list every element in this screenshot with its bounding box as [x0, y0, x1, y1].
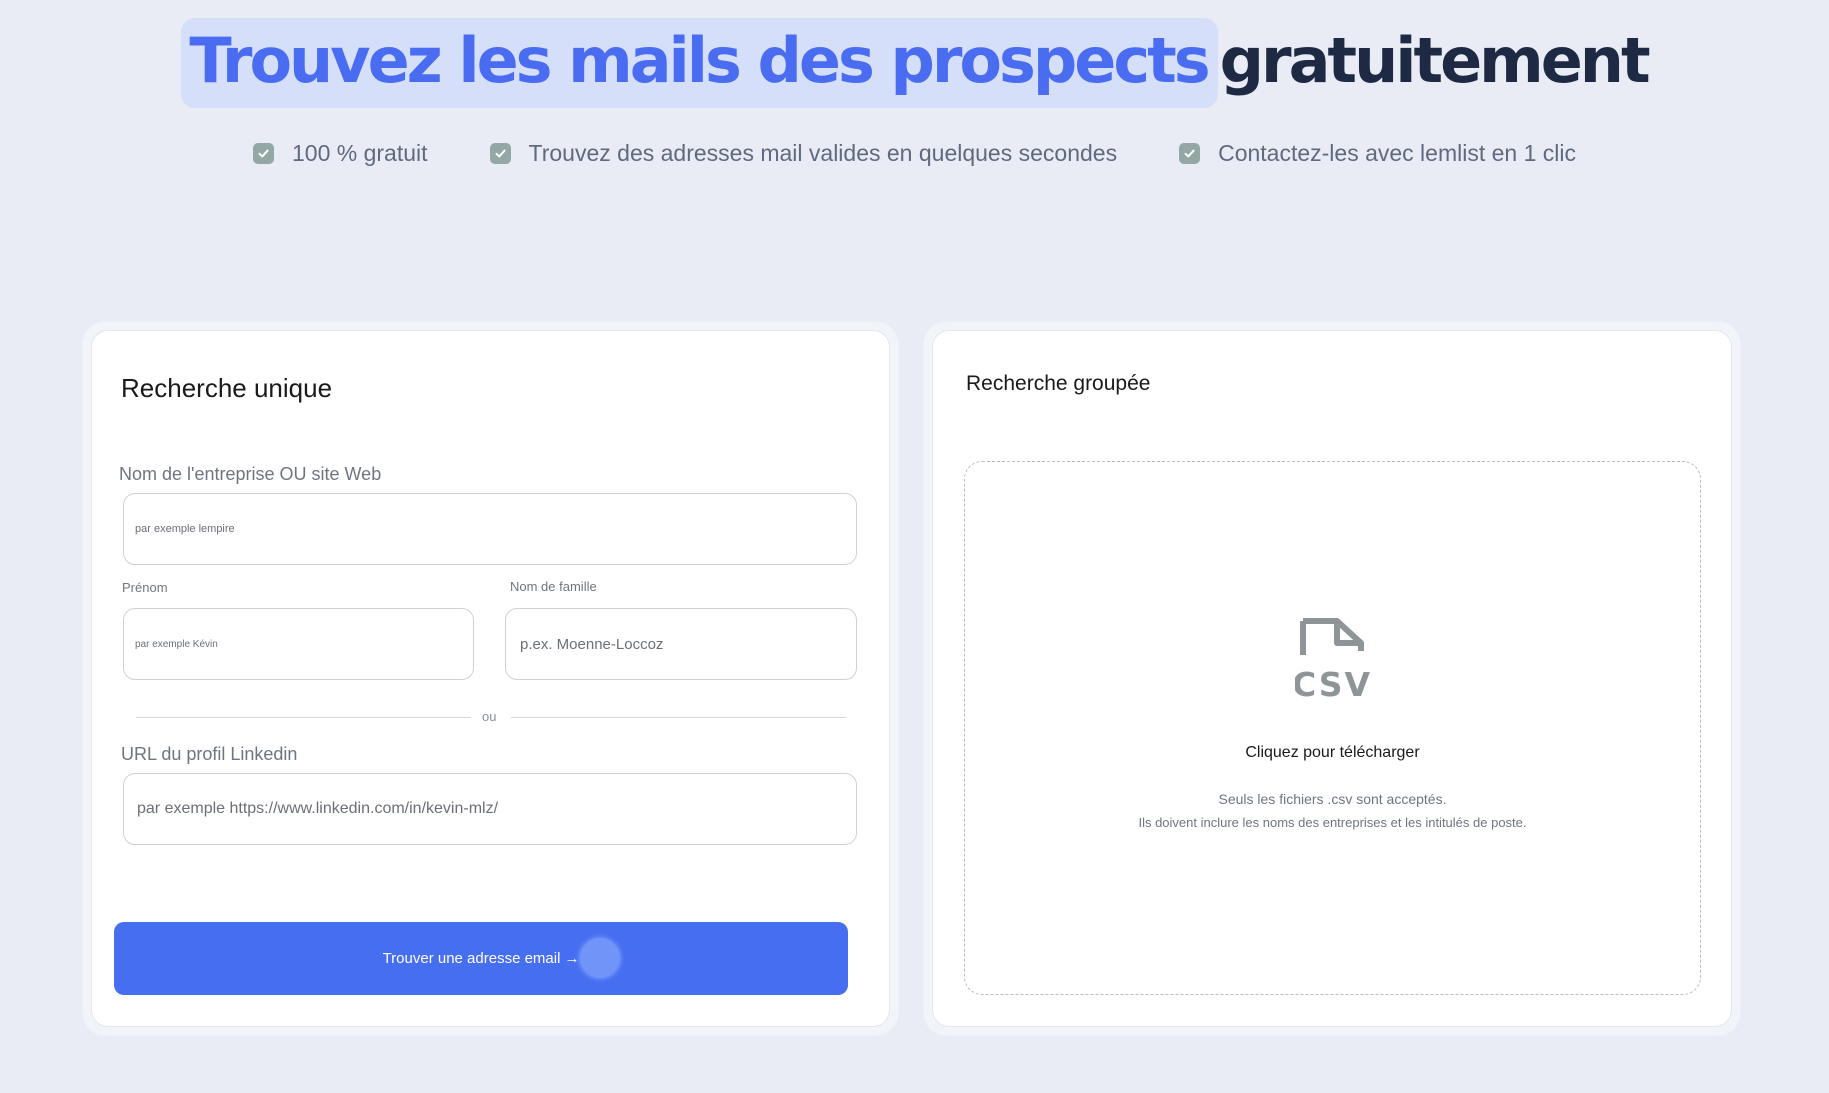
csv-icon-text: CSV — [1295, 665, 1372, 699]
feature-label: 100 % gratuit — [292, 140, 428, 166]
company-label: Nom de l'entreprise OU site Web — [119, 464, 382, 484]
bulk-search-card: Recherche groupée CSV Cliquez pour téléc… — [924, 322, 1740, 1035]
divider-or: ou — [482, 709, 497, 724]
firstname-placeholder: par exemple Kévin — [135, 638, 218, 650]
csv-upload-dropzone[interactable]: CSV Cliquez pour télécharger Seuls les f… — [964, 461, 1701, 995]
divider-line-left — [136, 717, 471, 718]
linkedin-placeholder: par exemple https://www.linkedin.com/in/… — [137, 800, 499, 817]
single-search-title: Recherche unique — [121, 373, 333, 403]
upload-label: Cliquez pour télécharger — [1245, 744, 1420, 761]
company-placeholder: par exemple lempire — [135, 523, 235, 535]
bulk-search-panel: Recherche groupée CSV Cliquez pour téléc… — [933, 331, 1731, 1026]
page-title-highlight: Trouvez les mails des prospects — [181, 18, 1218, 109]
check-icon — [489, 143, 511, 164]
divider-line-right — [511, 717, 846, 718]
upload-hint-formats: Seuls les fichiers .csv sont acceptés. — [1218, 791, 1447, 807]
linkedin-label: URL du profil Linkedin — [121, 744, 298, 764]
find-email-button[interactable]: Trouver une adresse email → — [114, 922, 848, 995]
firstname-input[interactable]: par exemple Kévin — [123, 608, 474, 680]
feature-item: Trouvez des adresses mail valides en que… — [489, 140, 1118, 167]
find-email-button-label: Trouver une adresse email — [382, 950, 561, 967]
feature-list: 100 % gratuit Trouvez des adresses mail … — [0, 140, 1829, 167]
company-input[interactable]: par exemple lempire — [123, 493, 857, 565]
firstname-label: Prénom — [122, 580, 168, 595]
feature-label: Contactez-les avec lemlist en 1 clic — [1218, 140, 1576, 166]
csv-file-icon: CSV — [1292, 617, 1373, 704]
arrow-right-icon: → — [564, 950, 580, 967]
page-title: Trouvez les mails des prospects gratuitem… — [0, 18, 1829, 109]
page-title-rest: gratuitement — [1219, 24, 1651, 97]
check-icon — [1179, 143, 1201, 164]
upload-hint-columns: Ils doivent inclure les noms des entrepr… — [1138, 815, 1527, 830]
feature-label: Trouvez des adresses mail valides en que… — [528, 140, 1118, 166]
lastname-input[interactable]: p.ex. Moenne-Loccoz — [505, 608, 857, 680]
lastname-label: Nom de famille — [510, 579, 597, 594]
feature-item: Contactez-les avec lemlist en 1 clic — [1179, 140, 1576, 167]
feature-item: 100 % gratuit — [253, 140, 428, 167]
linkedin-input[interactable]: par exemple https://www.linkedin.com/in/… — [123, 773, 857, 845]
bulk-search-title: Recherche groupée — [966, 372, 1151, 395]
lastname-placeholder: p.ex. Moenne-Loccoz — [520, 635, 664, 653]
check-icon — [253, 143, 274, 164]
cursor-click-indicator — [580, 938, 620, 978]
